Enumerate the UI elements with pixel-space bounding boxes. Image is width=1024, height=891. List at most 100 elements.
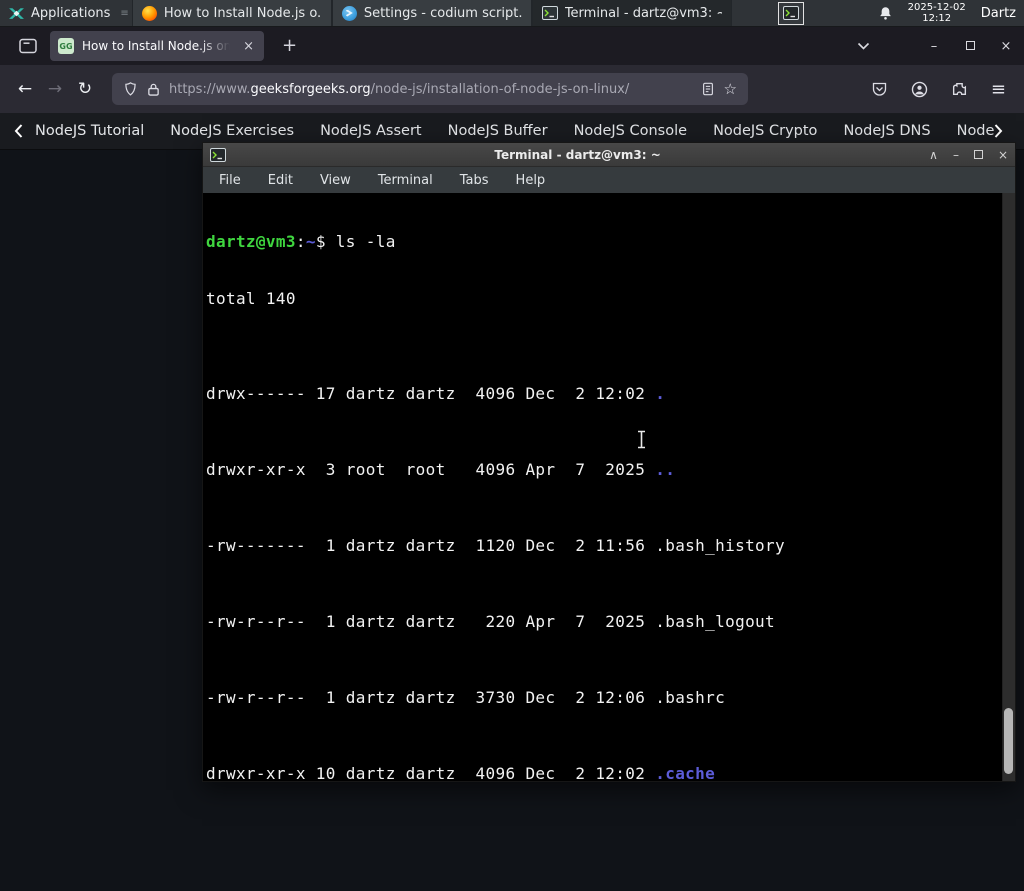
prompt-separator: : xyxy=(295,232,306,251)
line-meta: drwx------ 17 dartz dartz 4096 Dec 2 12:… xyxy=(206,384,656,403)
prompt-user-host: dartz@vm3 xyxy=(206,232,296,251)
window-minimize-button[interactable]: – xyxy=(916,39,952,54)
nav-item-nodejs-assert[interactable]: NodeJS Assert xyxy=(320,123,422,139)
scrollbar-thumb[interactable] xyxy=(1004,708,1013,774)
taskbar-label: Terminal - dartz@vm3: ~ xyxy=(564,5,722,21)
terminal-line: drwxr-xr-x 10 dartz dartz 4096 Dec 2 12:… xyxy=(206,764,999,781)
nav-item-nodejs-crypto[interactable]: NodeJS Crypto xyxy=(713,123,817,139)
window-close-button[interactable]: × xyxy=(988,39,1024,54)
total-line: total 140 xyxy=(206,289,296,308)
distro-logo-icon xyxy=(9,7,24,19)
nav-item-nodejs-buffer[interactable]: NodeJS Buffer xyxy=(448,123,548,139)
panel-grip: ≡ xyxy=(120,7,130,19)
line-meta: drwxr-xr-x 10 dartz dartz 4096 Dec 2 12:… xyxy=(206,764,656,781)
reader-mode-icon[interactable] xyxy=(701,81,715,97)
menu-view[interactable]: View xyxy=(320,173,351,188)
terminal-rollup-button[interactable]: ∧ xyxy=(929,148,938,162)
file-name: .cache xyxy=(655,764,716,781)
terminal-line: -rw-r--r-- 1 dartz dartz 220 Apr 7 2025 … xyxy=(206,612,999,631)
terminal-maximize-button[interactable] xyxy=(973,148,983,162)
nav-item-node-truncated[interactable]: Node xyxy=(957,123,995,139)
menu-help[interactable]: Help xyxy=(516,173,546,188)
new-tab-button[interactable]: + xyxy=(276,37,303,55)
terminal-window: Terminal - dartz@vm3: ~ ∧ – × File Edit … xyxy=(202,142,1016,782)
nav-item-nodejs-tutorial[interactable]: NodeJS Tutorial xyxy=(35,123,144,139)
list-all-tabs-icon[interactable] xyxy=(857,42,870,50)
terminal-viewport[interactable]: dartz@vm3:~$ ls -la total 140 drwx------… xyxy=(203,193,1015,781)
nav-item-nodejs-exercises[interactable]: NodeJS Exercises xyxy=(170,123,294,139)
file-name: .. xyxy=(655,460,676,479)
panel-status-area: 2025-12-02 12:12 Dartz xyxy=(878,0,1024,26)
taskbar-label: How to Install Node.js o... xyxy=(163,5,322,21)
notification-bell-icon[interactable] xyxy=(878,5,893,21)
lock-icon[interactable] xyxy=(147,82,160,97)
taskbar-label: Settings - codium script... xyxy=(363,5,522,21)
url-path: /node-js/installation-of-node-js-on-linu… xyxy=(370,81,630,97)
menu-tabs[interactable]: Tabs xyxy=(460,173,489,188)
terminal-output: dartz@vm3:~$ ls -la total 140 drwx------… xyxy=(206,194,999,781)
url-text[interactable]: https://www.geeksforgeeks.org/node-js/in… xyxy=(169,82,692,97)
line-meta: -rw-r--r-- 1 dartz dartz 3730 Dec 2 12:0… xyxy=(206,688,656,707)
nav-scroll-right-icon[interactable] xyxy=(994,124,1003,138)
terminal-line: drwxr-xr-x 3 root root 4096 Apr 7 2025 .… xyxy=(206,460,999,479)
maximize-icon xyxy=(965,40,975,50)
line-meta: -rw------- 1 dartz dartz 1120 Dec 2 11:5… xyxy=(206,536,656,555)
subnav-items: NodeJS Tutorial NodeJS Exercises NodeJS … xyxy=(35,123,994,139)
file-name: .bashrc xyxy=(655,688,726,707)
nav-item-nodejs-dns[interactable]: NodeJS DNS xyxy=(843,123,930,139)
app-menu-icon[interactable]: ≡ xyxy=(991,79,1006,100)
taskbar-button-codium[interactable]: Settings - codium script... xyxy=(331,0,532,26)
clock-date: 2025-12-02 xyxy=(907,2,966,13)
navigation-toolbar: ← → ↻ https://www.geeksforgeeks.org/node… xyxy=(0,65,1024,113)
taskbar-button-firefox[interactable]: How to Install Node.js o... xyxy=(131,0,332,26)
reload-button[interactable]: ↻ xyxy=(70,74,100,104)
terminal-line: -rw------- 1 dartz dartz 1120 Dec 2 11:5… xyxy=(206,536,999,555)
prompt-command: $ ls -la xyxy=(315,232,396,251)
firefox-icon xyxy=(141,5,157,21)
prompt-line: dartz@vm3:~$ ls -la xyxy=(206,232,999,251)
url-domain: geeksforgeeks.org xyxy=(250,81,371,97)
terminal-icon xyxy=(210,147,226,162)
window-maximize-button[interactable] xyxy=(952,39,988,54)
mouse-cursor-ibeam xyxy=(638,430,645,449)
applications-menu-button[interactable]: Applications xyxy=(0,0,118,26)
browser-tab-active[interactable]: GG How to Install Node.js on Li × xyxy=(50,31,264,61)
back-button[interactable]: ← xyxy=(10,74,40,104)
tray-terminal-icon[interactable] xyxy=(777,1,804,25)
terminal-close-button[interactable]: × xyxy=(998,148,1008,162)
terminal-minimize-button[interactable]: – xyxy=(953,148,959,162)
nav-scroll-left-icon[interactable] xyxy=(14,124,23,138)
tab-close-icon[interactable]: × xyxy=(241,39,256,54)
menu-terminal[interactable]: Terminal xyxy=(378,173,433,188)
applications-label: Applications xyxy=(31,5,111,21)
url-scheme: https://www. xyxy=(169,81,251,97)
menu-edit[interactable]: Edit xyxy=(268,173,293,188)
file-name: .bash_history xyxy=(655,536,786,555)
codium-icon xyxy=(341,5,357,21)
tabbar-controls: – × xyxy=(857,39,1024,54)
tracking-shield-icon[interactable] xyxy=(123,81,138,97)
panel-clock[interactable]: 2025-12-02 12:12 xyxy=(908,2,966,24)
geeksforgeeks-favicon: GG xyxy=(58,38,74,54)
panel-username: Dartz xyxy=(980,5,1016,21)
line-meta: -rw-r--r-- 1 dartz dartz 220 Apr 7 2025 xyxy=(206,612,656,631)
menu-file[interactable]: File xyxy=(219,173,241,188)
terminal-scrollbar[interactable] xyxy=(1002,193,1015,781)
firefox-view-icon[interactable] xyxy=(14,32,42,60)
file-name: .bash_logout xyxy=(655,612,776,631)
url-bar[interactable]: https://www.geeksforgeeks.org/node-js/in… xyxy=(112,73,748,105)
xfce-panel: Applications ≡ How to Install Node.js o.… xyxy=(0,0,1024,27)
terminal-line: -rw-r--r-- 1 dartz dartz 3730 Dec 2 12:0… xyxy=(206,688,999,707)
nav-item-nodejs-console[interactable]: NodeJS Console xyxy=(574,123,688,139)
maximize-icon xyxy=(973,149,983,159)
clock-time: 12:12 xyxy=(922,13,952,24)
pocket-icon[interactable] xyxy=(871,81,888,97)
extensions-puzzle-icon[interactable] xyxy=(951,81,968,98)
line-meta: drwxr-xr-x 3 root root 4096 Apr 7 2025 xyxy=(206,460,656,479)
account-icon[interactable] xyxy=(911,81,928,98)
forward-button[interactable]: → xyxy=(40,74,70,104)
terminal-titlebar[interactable]: Terminal - dartz@vm3: ~ ∧ – × xyxy=(203,143,1015,167)
bookmark-star-icon[interactable]: ☆ xyxy=(724,80,737,98)
taskbar-button-terminal[interactable]: Terminal - dartz@vm3: ~ xyxy=(531,0,732,26)
terminal-listing: drwx------ 17 dartz dartz 4096 Dec 2 12:… xyxy=(206,346,999,781)
